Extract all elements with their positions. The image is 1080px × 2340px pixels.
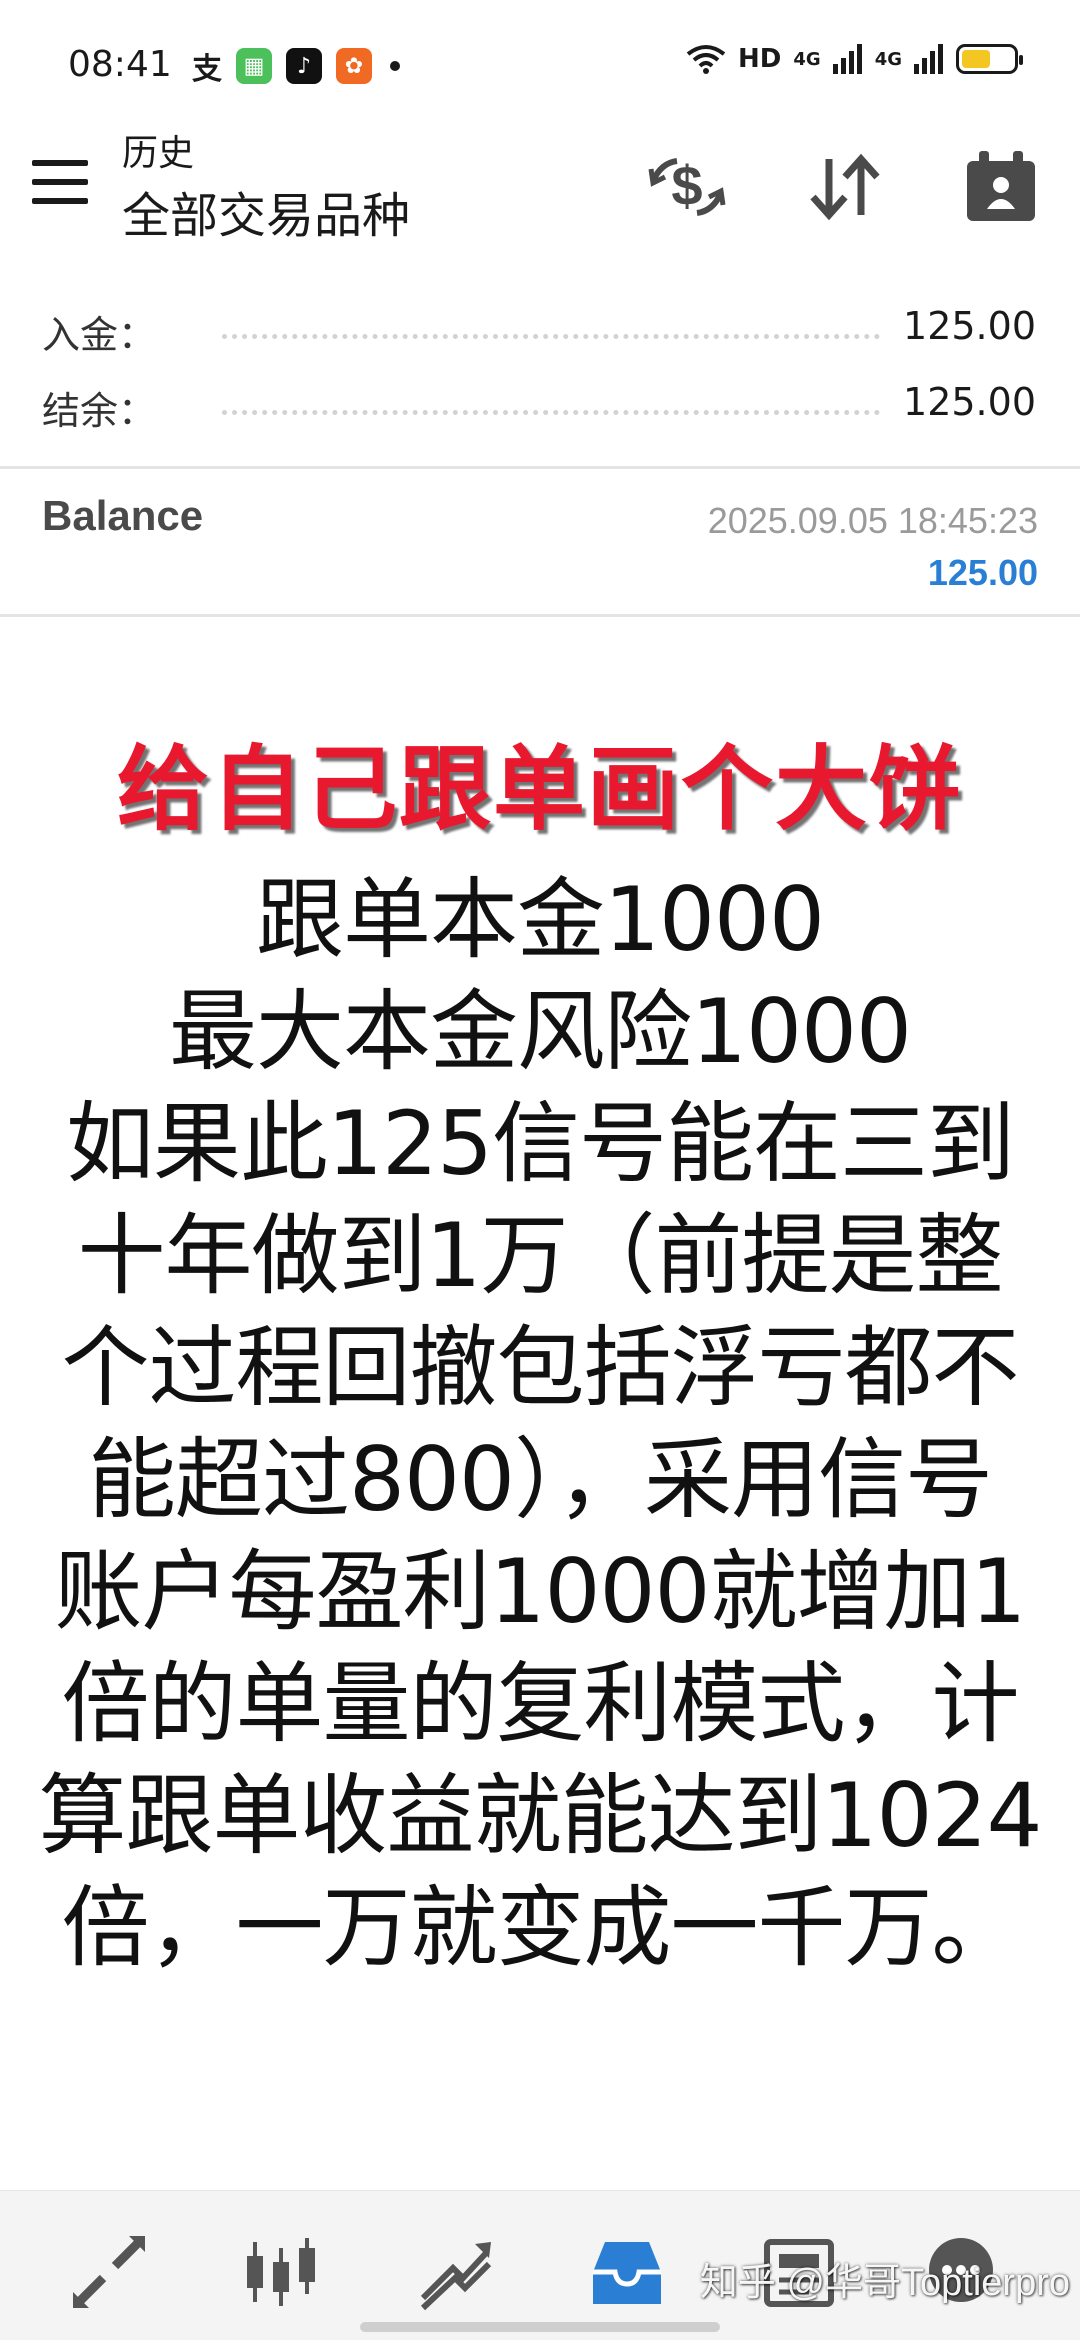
status-bar: 08:41 支 ▦ ♪ ✿ HD 4G 4G xyxy=(0,0,1080,130)
wechat-mini-icon: ▦ xyxy=(236,48,272,84)
summary-dots xyxy=(222,334,880,339)
signal-4g-label-2: 4G xyxy=(874,48,902,70)
page-title[interactable]: 全部交易品种 xyxy=(122,176,410,246)
dollar-swap-icon[interactable]: $ xyxy=(642,142,732,232)
overlay-title: 给自己跟单画个大饼 xyxy=(116,736,963,843)
history-row-datetime: 2025.09.05 18:45:23 xyxy=(707,500,1038,541)
summary-row-balance: 结余： 125.00 xyxy=(0,372,1080,448)
kuaishou-icon: ✿ xyxy=(336,48,372,84)
summary-value: 125.00 xyxy=(903,304,1036,348)
summary-section: 入金： 125.00 结余： 125.00 xyxy=(0,296,1080,448)
home-indicator[interactable] xyxy=(360,2322,720,2332)
tiktok-icon: ♪ xyxy=(286,48,322,84)
menu-icon[interactable] xyxy=(32,160,88,204)
summary-value: 125.00 xyxy=(903,380,1036,424)
signal-bars-icon xyxy=(832,44,862,74)
trade-icon[interactable] xyxy=(410,2227,500,2317)
history-row-amount: 125.00 xyxy=(927,552,1038,593)
signal-4g-label-1: 4G xyxy=(793,48,821,70)
history-row-balance[interactable]: Balance 2025.09.05 18:45:23 125.00 xyxy=(0,470,1080,615)
overlay-line: 最大本金风险1000 xyxy=(169,980,912,1083)
summary-dots xyxy=(222,410,880,415)
status-system-icons: HD 4G 4G xyxy=(686,44,1023,74)
overlay-line: 个过程回撤包括浮亏都不 xyxy=(61,1316,1019,1419)
more-notifications-dot xyxy=(390,61,400,71)
overlay-lines: 跟单本金1000 最大本金风险1000 如果此125信号能在三到 十年做到1万（… xyxy=(0,864,1080,1984)
history-icon[interactable] xyxy=(582,2227,672,2317)
signal-bars-icon xyxy=(914,44,943,74)
overlay-line: 算跟单收益就能达到1024 xyxy=(38,1764,1043,1867)
bottom-navigation: 知乎 @华哥Toptierpro xyxy=(0,2190,1080,2340)
wifi-icon xyxy=(686,45,726,74)
page-subtitle: 历史 xyxy=(122,133,195,174)
chart-icon[interactable] xyxy=(236,2227,326,2317)
overlay-line: 能超过800），采用信号 xyxy=(88,1428,993,1531)
history-row-title: Balance xyxy=(42,492,204,539)
quotes-icon[interactable] xyxy=(64,2227,154,2317)
overlay-line: 账户每盈利1000就增加1 xyxy=(54,1540,1027,1643)
status-notification-icons: 支 ▦ ♪ ✿ xyxy=(192,44,400,88)
alipay-icon: 支 xyxy=(192,52,222,87)
app-bar: 历史 全部交易品种 $ xyxy=(0,120,1080,260)
status-time: 08:41 xyxy=(68,44,172,85)
summary-label: 入金： xyxy=(42,313,157,357)
overlay-line: 倍，一万就变成一千万。 xyxy=(61,1876,1019,1979)
overlay-line: 如果此125信号能在三到 xyxy=(66,1092,1015,1195)
overlay-line: 跟单本金1000 xyxy=(256,868,825,971)
calendar-person-icon[interactable] xyxy=(956,142,1046,232)
overlay-line: 倍的单量的复利模式，计 xyxy=(61,1652,1019,1755)
overlay-line: 十年做到1万（前提是整 xyxy=(77,1204,1004,1307)
summary-row-deposit: 入金： 125.00 xyxy=(0,296,1080,372)
hd-badge: HD xyxy=(738,44,782,74)
divider xyxy=(0,466,1080,469)
divider xyxy=(0,614,1080,617)
overlay-text-block: 给自己跟单画个大饼 跟单本金1000 最大本金风险1000 如果此125信号能在… xyxy=(0,720,1080,1984)
battery-icon xyxy=(956,44,1023,74)
summary-label: 结余： xyxy=(42,389,157,433)
watermark: 知乎 @华哥Toptierpro xyxy=(699,2262,1070,2304)
sort-icon[interactable] xyxy=(800,142,890,232)
